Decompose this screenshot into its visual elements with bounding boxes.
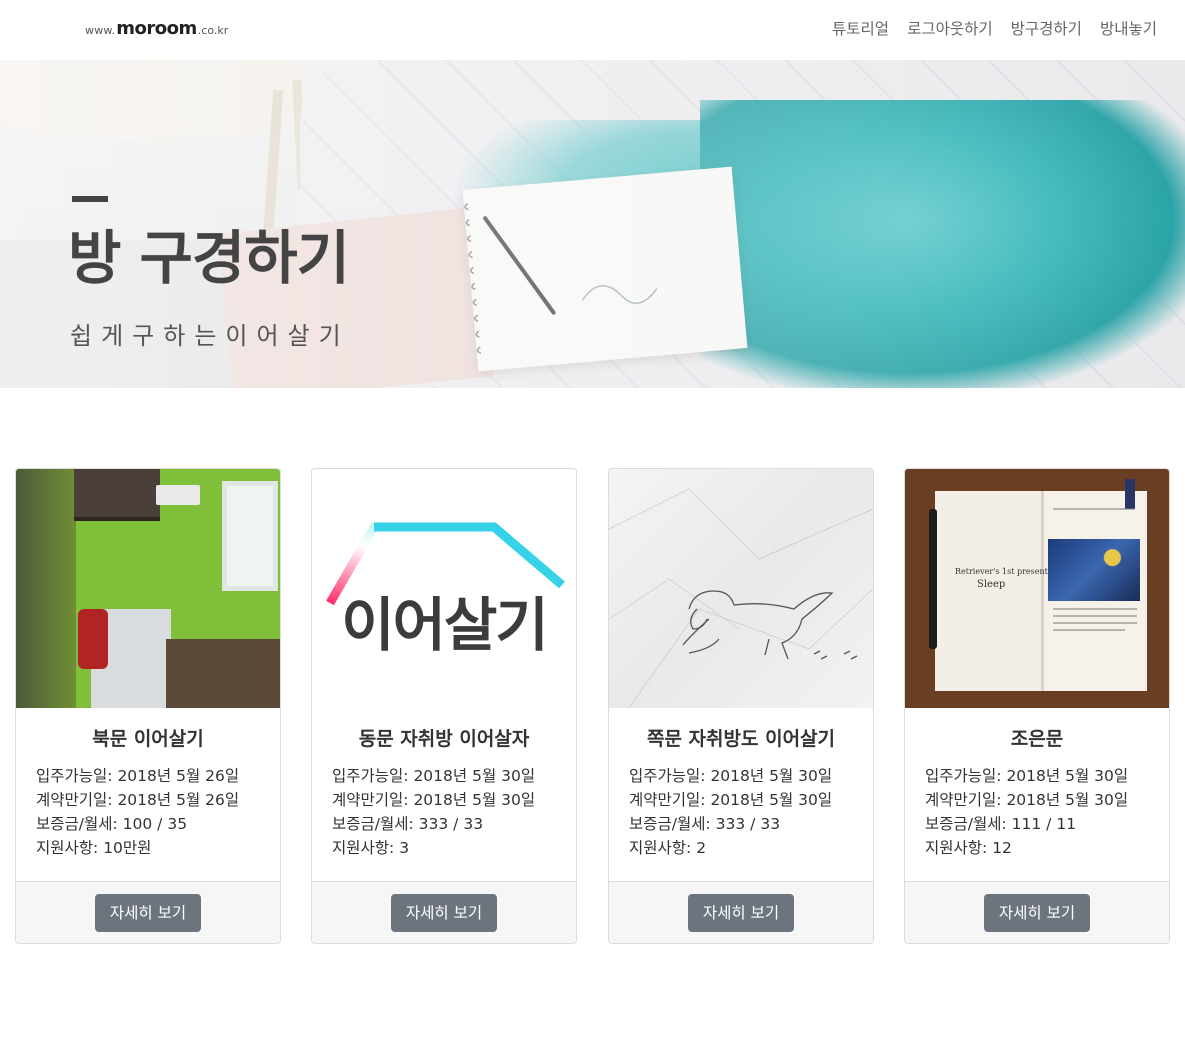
card-info: 입주가능일: 2018년 5월 30일 계약만기일: 2018년 5월 30일 … bbox=[925, 764, 1128, 860]
support: 지원사항: 12 bbox=[925, 839, 1012, 857]
move-in-date: 입주가능일: 2018년 5월 26일 bbox=[36, 767, 240, 785]
contract-expiry: 계약만기일: 2018년 5월 30일 bbox=[925, 791, 1129, 809]
room-photo bbox=[609, 469, 873, 708]
nav-item-list-room[interactable]: 방내놓기 bbox=[1100, 18, 1157, 40]
hero-title-accent bbox=[72, 196, 108, 202]
deposit-rent: 보증금/월세: 100 / 35 bbox=[36, 815, 188, 833]
card-title: 조은문 bbox=[1010, 728, 1064, 750]
room-card-list: 북문 이어살기 입주가능일: 2018년 5월 26일 계약만기일: 2018년… bbox=[15, 468, 1170, 944]
room-card: 북문 이어살기 입주가능일: 2018년 5월 26일 계약만기일: 2018년… bbox=[15, 468, 281, 944]
card-title: 동문 자취방 이어살자 bbox=[358, 728, 530, 750]
brand-www: www. bbox=[85, 24, 116, 37]
details-button[interactable]: 자세히 보기 bbox=[688, 894, 794, 932]
card-info: 입주가능일: 2018년 5월 30일 계약만기일: 2018년 5월 30일 … bbox=[332, 764, 535, 860]
deposit-rent: 보증금/월세: 333 / 33 bbox=[332, 815, 484, 833]
details-button[interactable]: 자세히 보기 bbox=[95, 894, 201, 932]
nav-item-browse-rooms[interactable]: 방구경하기 bbox=[1011, 18, 1082, 40]
card-info: 입주가능일: 2018년 5월 26일 계약만기일: 2018년 5월 26일 … bbox=[36, 764, 239, 860]
support: 지원사항: 3 bbox=[332, 839, 410, 857]
nav-menu: 튜토리얼 로그아웃하기 방구경하기 방내놓기 bbox=[832, 18, 1157, 40]
book-lines-icon bbox=[1053, 508, 1137, 631]
support: 지원사항: 10만원 bbox=[36, 839, 152, 857]
contract-expiry: 계약만기일: 2018년 5월 30일 bbox=[332, 791, 536, 809]
card-body: 동문 자취방 이어살자 입주가능일: 2018년 5월 30일 계약만기일: 2… bbox=[312, 708, 576, 881]
contract-expiry: 계약만기일: 2018년 5월 26일 bbox=[36, 791, 240, 809]
photo-chair bbox=[78, 609, 108, 669]
move-in-date: 입주가능일: 2018년 5월 30일 bbox=[332, 767, 536, 785]
nav-item-tutorial[interactable]: 튜토리얼 bbox=[832, 18, 889, 40]
card-body: 북문 이어살기 입주가능일: 2018년 5월 26일 계약만기일: 2018년… bbox=[16, 708, 280, 881]
deposit-rent: 보증금/월세: 111 / 11 bbox=[925, 815, 1077, 833]
brand-tld: .co.kr bbox=[197, 24, 229, 37]
move-in-date: 입주가능일: 2018년 5월 30일 bbox=[629, 767, 833, 785]
card-title: 쪽문 자취방도 이어살기 bbox=[646, 728, 836, 750]
photo-air-conditioner bbox=[156, 485, 200, 505]
ieosalgi-logo: 이어살기 bbox=[326, 522, 565, 659]
card-body: 쪽문 자취방도 이어살기 입주가능일: 2018년 5월 30일 계약만기일: … bbox=[609, 708, 873, 881]
card-body: 조은문 입주가능일: 2018년 5월 30일 계약만기일: 2018년 5월 … bbox=[905, 708, 1169, 881]
card-title: 북문 이어살기 bbox=[92, 728, 204, 750]
photo-window bbox=[222, 481, 278, 591]
room-card: 쪽문 자취방도 이어살기 입주가능일: 2018년 5월 30일 계약만기일: … bbox=[608, 468, 874, 944]
card-footer: 자세히 보기 bbox=[609, 881, 873, 943]
room-card: 이어살기 동문 자취방 이어살자 입주가능일: 2018년 5월 30일 계약만… bbox=[311, 468, 577, 944]
dog-sketch-icon bbox=[609, 488, 873, 708]
card-info: 입주가능일: 2018년 5월 30일 계약만기일: 2018년 5월 30일 … bbox=[629, 764, 832, 860]
support: 지원사항: 2 bbox=[629, 839, 707, 857]
details-button[interactable]: 자세히 보기 bbox=[391, 894, 497, 932]
navbar: www. moroom .co.kr 튜토리얼 로그아웃하기 방구경하기 방내놓… bbox=[0, 0, 1185, 60]
brand-logo[interactable]: www. moroom .co.kr bbox=[85, 18, 228, 42]
room-photo bbox=[16, 469, 280, 708]
contract-expiry: 계약만기일: 2018년 5월 30일 bbox=[629, 791, 833, 809]
photo-wall bbox=[16, 469, 76, 708]
room-photo: Retriever's 1st present Sleep bbox=[905, 469, 1169, 708]
photo-shelf-edge bbox=[74, 517, 160, 521]
brand-name: moroom bbox=[116, 18, 197, 39]
move-in-date: 입주가능일: 2018년 5월 30일 bbox=[925, 767, 1129, 785]
svg-text:이어살기: 이어살기 bbox=[341, 591, 546, 659]
deposit-rent: 보증금/월세: 333 / 33 bbox=[629, 815, 781, 833]
photo-shelf bbox=[74, 469, 160, 517]
room-card: Retriever's 1st present Sleep 조은문 입주가능일:… bbox=[904, 468, 1170, 944]
hero-banner: 방 구경하기 쉽게구하는이어살기 bbox=[0, 60, 1185, 388]
details-button[interactable]: 자세히 보기 bbox=[984, 894, 1090, 932]
nav-item-logout[interactable]: 로그아웃하기 bbox=[907, 18, 993, 40]
room-photo: 이어살기 bbox=[312, 469, 576, 708]
photo-bed bbox=[166, 639, 280, 708]
hero-title: 방 구경하기 bbox=[68, 224, 350, 292]
card-footer: 자세히 보기 bbox=[905, 881, 1169, 943]
card-footer: 자세히 보기 bbox=[312, 881, 576, 943]
card-footer: 자세히 보기 bbox=[16, 881, 280, 943]
hero-subtitle: 쉽게구하는이어살기 bbox=[70, 322, 350, 350]
